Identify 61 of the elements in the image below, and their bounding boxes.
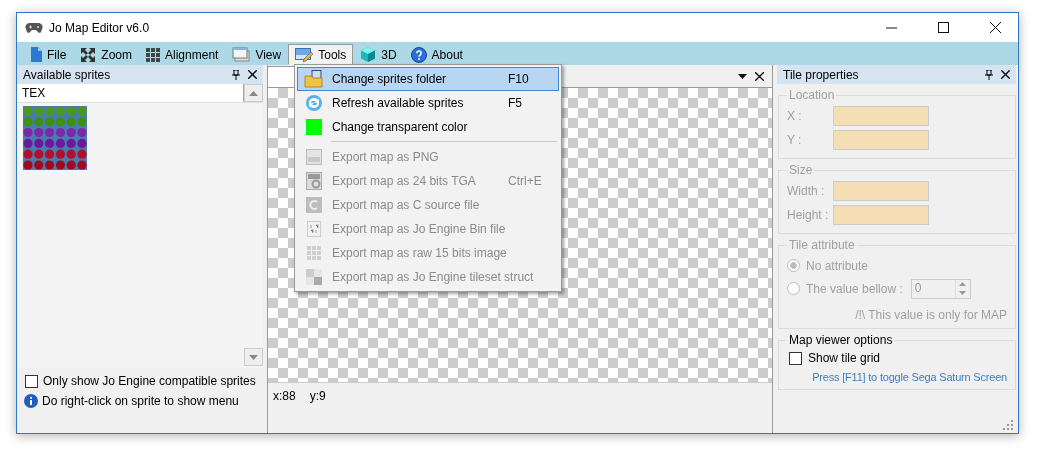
note-text: /!\ This value is only for MAP xyxy=(854,307,1007,322)
help-icon xyxy=(410,46,427,63)
field-label: Height : xyxy=(787,208,830,222)
grid-icon xyxy=(146,47,161,62)
close-icon[interactable] xyxy=(755,71,764,81)
dropdown-icon[interactable] xyxy=(738,73,747,79)
menu-item[interactable]: Change sprites folder F10 xyxy=(297,67,559,91)
gamepad-icon xyxy=(25,21,43,34)
hint-text: Do right-click on sprite to show menu xyxy=(42,394,239,408)
binary-file-icon xyxy=(307,221,321,237)
resize-grip-icon[interactable] xyxy=(1003,420,1013,430)
close-icon[interactable] xyxy=(248,70,257,79)
scroll-down-button[interactable] xyxy=(244,348,263,366)
tiles-icon xyxy=(306,269,322,285)
radio-button[interactable] xyxy=(787,259,800,272)
document-icon xyxy=(30,47,42,62)
menu-item[interactable]: Refresh available sprites F5 xyxy=(297,91,559,115)
window-icon xyxy=(232,47,251,62)
close-icon[interactable] xyxy=(1001,70,1010,79)
menu-item[interactable]: Change transparent color xyxy=(297,115,559,139)
pin-icon[interactable] xyxy=(232,69,240,80)
pin-icon[interactable] xyxy=(985,69,993,80)
checkbox-label[interactable]: Show tile grid xyxy=(808,351,881,365)
color-swatch-icon xyxy=(306,119,322,135)
checkbox-label[interactable]: Only show Jo Engine compatible sprites xyxy=(43,374,256,388)
caret-up-icon xyxy=(249,90,258,96)
menu-item[interactable]: Tools xyxy=(288,44,354,65)
image-icon xyxy=(306,149,322,165)
checkbox[interactable] xyxy=(25,374,38,388)
maximize-icon[interactable] xyxy=(937,22,949,33)
field-label: Width : xyxy=(787,184,826,198)
cube-icon xyxy=(360,46,377,63)
coordinate-text: y:9 xyxy=(309,389,326,405)
coordinate-text: x:88 xyxy=(273,389,296,405)
group-title: Location xyxy=(788,88,836,102)
panel-title: Available sprites xyxy=(23,67,111,82)
group-title: Tile attribute xyxy=(788,238,856,252)
hint-text: Press [F11] to toggle Sega Saturn Screen xyxy=(811,370,1007,383)
checkbox[interactable] xyxy=(789,351,802,365)
refresh-icon xyxy=(305,94,323,112)
menu-item[interactable]: View xyxy=(225,44,289,65)
source-file-icon xyxy=(306,197,322,213)
panel-title: Tile properties xyxy=(783,67,859,82)
info-icon xyxy=(24,394,38,408)
close-icon[interactable] xyxy=(989,22,1001,33)
caret-down-icon xyxy=(249,354,258,360)
group-title: Size xyxy=(788,163,814,177)
menu-item[interactable]: File xyxy=(23,44,74,65)
tga-file-icon xyxy=(306,172,322,190)
expand-icon xyxy=(80,46,97,63)
menu-item[interactable]: Alignment xyxy=(139,44,226,65)
pencil-picture-icon xyxy=(295,46,314,63)
menu-item[interactable]: About xyxy=(403,44,470,65)
field-label: Y : xyxy=(787,133,803,147)
window-title: Jo Map Editor v6.0 xyxy=(49,20,150,35)
folder-icon xyxy=(304,70,324,88)
field-label: X : xyxy=(787,109,803,123)
menu-item[interactable]: Zoom xyxy=(73,44,140,65)
group-title: Map viewer options xyxy=(788,333,894,347)
radio-button[interactable] xyxy=(787,282,800,295)
pixel-grid-icon xyxy=(306,245,322,261)
